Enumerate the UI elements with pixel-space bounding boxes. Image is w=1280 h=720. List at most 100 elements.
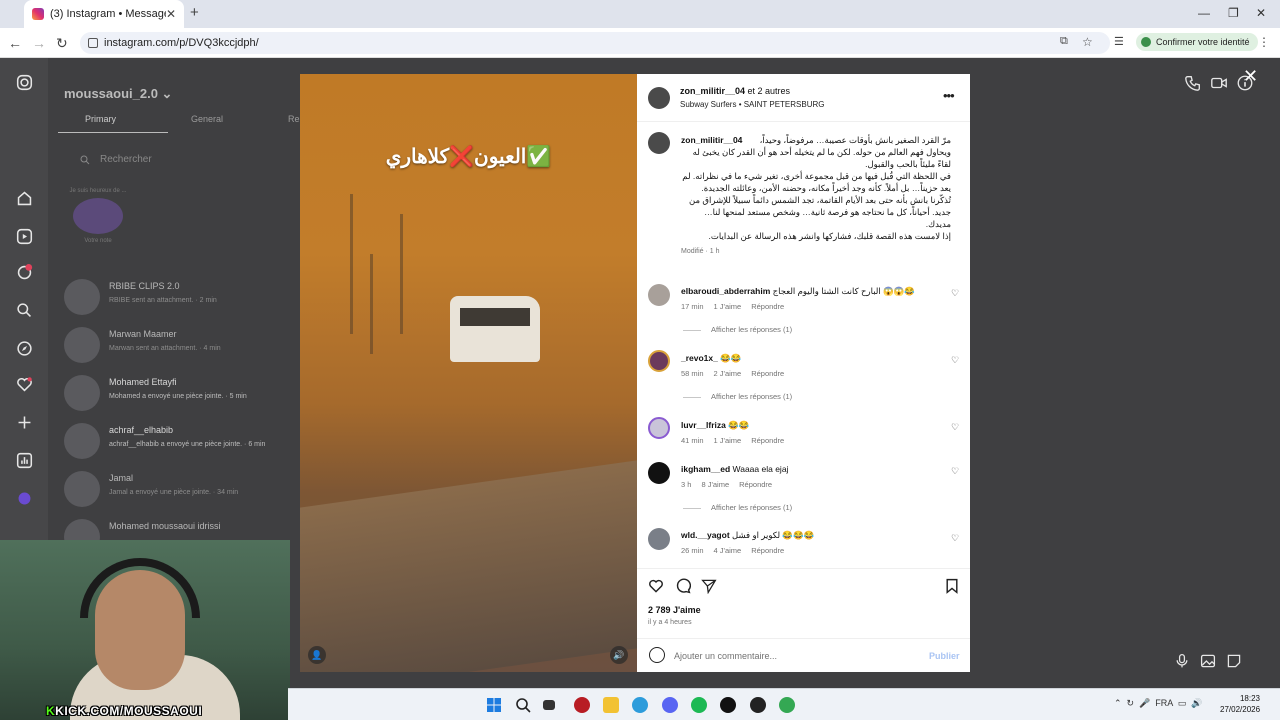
tab-requests[interactable]: Re xyxy=(288,114,300,124)
view-replies-button[interactable]: Afficher les réponses (1) xyxy=(683,325,792,334)
comment-like-heart-icon[interactable]: ♡ xyxy=(951,422,959,433)
your-note[interactable]: Je suis heureux de ... Votre note xyxy=(68,188,128,244)
comment-likes[interactable]: 2 J'aime xyxy=(714,369,742,378)
reply-button[interactable]: Répondre xyxy=(739,480,772,489)
chrome-icon[interactable] xyxy=(632,697,648,713)
restore-icon[interactable]: ❐ xyxy=(1228,6,1239,20)
search-icon[interactable] xyxy=(16,302,33,319)
commenter-avatar[interactable] xyxy=(648,350,670,372)
tab-general[interactable]: General xyxy=(191,114,223,124)
sticker-icon[interactable] xyxy=(1226,653,1242,669)
view-replies-button[interactable]: Afficher les réponses (1) xyxy=(683,503,792,512)
commenter-name[interactable]: _revo1x_ xyxy=(681,353,718,363)
app-dark-icon[interactable] xyxy=(720,697,736,713)
taskbar-clock[interactable]: 18:23 27/02/2026 xyxy=(1220,693,1260,715)
reels-icon[interactable] xyxy=(16,228,33,245)
post-coauthors[interactable]: et 2 autres xyxy=(745,86,791,96)
video-call-icon[interactable] xyxy=(1210,74,1228,92)
comment-likes[interactable]: 1 J'aime xyxy=(714,436,742,445)
commenter-avatar[interactable] xyxy=(648,462,670,484)
comment-likes[interactable]: 4 J'aime xyxy=(714,546,742,555)
comment-likes[interactable]: 8 J'aime xyxy=(701,480,729,489)
comment-icon[interactable] xyxy=(675,578,691,594)
confirm-identity-button[interactable]: Confirmer votre identité xyxy=(1136,33,1258,51)
discord-icon[interactable] xyxy=(662,697,678,713)
system-tray[interactable]: ⌃ ↻ 🎤 FRA ▭ 🔊 xyxy=(1114,698,1203,709)
language-indicator[interactable]: FRA xyxy=(1155,698,1173,708)
reload-icon[interactable]: ↻ xyxy=(56,35,68,52)
dm-thread-row[interactable]: achraf__elhabib achraf__elhabib a envoyé … xyxy=(64,419,300,463)
call-icon[interactable] xyxy=(1184,74,1202,92)
browser-menu-icon[interactable]: ⋮ xyxy=(1258,35,1270,49)
home-icon[interactable] xyxy=(16,190,33,207)
dm-thread-row[interactable]: Mohamed Ettayfi Mohamed a envoyé une pièc… xyxy=(64,371,300,415)
create-icon[interactable] xyxy=(16,414,33,431)
caption-author-name[interactable]: zon_militir__04 xyxy=(681,134,742,146)
close-modal-icon[interactable]: ✕ xyxy=(1243,66,1258,87)
author-avatar[interactable] xyxy=(648,87,670,109)
reading-list-icon[interactable]: ☰ xyxy=(1114,35,1124,48)
dm-thread-row[interactable]: Marwan Maamer Marwan sent an attachment. … xyxy=(64,323,300,367)
mute-icon[interactable]: 🔊 xyxy=(610,646,628,664)
bookmark-star-icon[interactable]: ☆ xyxy=(1082,35,1093,49)
comment-like-heart-icon[interactable]: ♡ xyxy=(951,466,959,477)
app-red-icon[interactable] xyxy=(574,697,590,713)
image-icon[interactable] xyxy=(1200,653,1216,669)
emoji-icon[interactable] xyxy=(649,647,665,663)
comment-like-heart-icon[interactable]: ♡ xyxy=(951,533,959,544)
file-explorer-icon[interactable] xyxy=(603,697,619,713)
commenter-avatar[interactable] xyxy=(648,417,670,439)
commenter-name[interactable]: ikgham__ed xyxy=(681,464,730,474)
tagged-users-icon[interactable]: 👤 xyxy=(308,646,326,664)
site-info-icon[interactable] xyxy=(88,38,98,48)
commenter-avatar[interactable] xyxy=(648,284,670,306)
comment-like-heart-icon[interactable]: ♡ xyxy=(951,355,959,366)
messages-icon[interactable] xyxy=(16,264,33,281)
caption-author-avatar[interactable] xyxy=(648,132,670,154)
publish-button[interactable]: Publier xyxy=(929,651,960,661)
dm-thread-row[interactable]: RBIBE CLIPS 2.0 RBIBE sent an attachment.… xyxy=(64,275,300,319)
commenter-avatar[interactable] xyxy=(648,528,670,550)
commenter-name[interactable]: elbaroudi_abderrahim xyxy=(681,286,770,296)
spotify-icon[interactable] xyxy=(691,697,707,713)
microphone-icon[interactable] xyxy=(1174,653,1190,669)
notifications-heart-icon[interactable] xyxy=(16,376,33,393)
inbox-username[interactable]: moussaoui_2.0 ⌄ xyxy=(64,86,172,102)
taskbar-search-icon[interactable] xyxy=(515,697,531,713)
post-video[interactable]: العيون❌كلاهاري✅ 👤 🔊 xyxy=(300,74,637,672)
reply-button[interactable]: Répondre xyxy=(751,369,784,378)
inbox-search-input[interactable]: Rechercher xyxy=(68,150,300,170)
comment-likes[interactable]: 1 J'aime xyxy=(714,302,742,311)
close-window-icon[interactable]: ✕ xyxy=(1256,6,1266,20)
likes-count[interactable]: 2 789 J'aime xyxy=(648,605,701,615)
reply-button[interactable]: Répondre xyxy=(751,302,784,311)
post-audio-location[interactable]: Subway Surfers • SAINT PETERSBURG xyxy=(680,100,824,109)
view-replies-button[interactable]: Afficher les réponses (1) xyxy=(683,392,792,401)
dm-thread-row[interactable]: Jamal Jamal a envoyé une pièce jointe. · … xyxy=(64,467,300,511)
windows-start-icon[interactable] xyxy=(486,697,502,713)
comment-like-heart-icon[interactable]: ♡ xyxy=(951,288,959,299)
explore-icon[interactable] xyxy=(16,340,33,357)
post-author-name[interactable]: zon_militir__04 xyxy=(680,86,745,96)
more-options-icon[interactable]: ••• xyxy=(943,88,955,103)
install-app-icon[interactable]: ⧉ xyxy=(1060,35,1068,48)
reply-button[interactable]: Répondre xyxy=(751,436,784,445)
commenter-name[interactable]: luvr__lfriza xyxy=(681,420,726,430)
tab-primary[interactable]: Primary xyxy=(85,114,116,124)
task-view-icon[interactable] xyxy=(543,700,555,710)
save-bookmark-icon[interactable] xyxy=(944,578,960,594)
dashboard-icon[interactable] xyxy=(16,452,33,469)
chrome-profile-icon[interactable] xyxy=(779,697,795,713)
profile-avatar-icon[interactable] xyxy=(16,490,33,507)
back-icon[interactable]: ← xyxy=(8,35,22,51)
close-tab-icon[interactable]: ✕ xyxy=(166,7,176,21)
add-comment-input[interactable]: Ajouter un commentaire... xyxy=(674,651,777,661)
minimize-icon[interactable]: — xyxy=(1198,6,1210,20)
browser-tab-instagram[interactable]: (3) Instagram • Messages ✕ xyxy=(24,0,184,28)
url-field[interactable]: instagram.com/p/DVQ3kccjdph/ xyxy=(80,32,1110,54)
reply-button[interactable]: Répondre xyxy=(751,546,784,555)
instagram-logo-icon[interactable] xyxy=(16,74,33,91)
commenter-name[interactable]: wld.__yagot xyxy=(681,530,730,540)
share-paper-plane-icon[interactable] xyxy=(701,578,717,594)
new-tab-icon[interactable]: + xyxy=(190,4,199,21)
